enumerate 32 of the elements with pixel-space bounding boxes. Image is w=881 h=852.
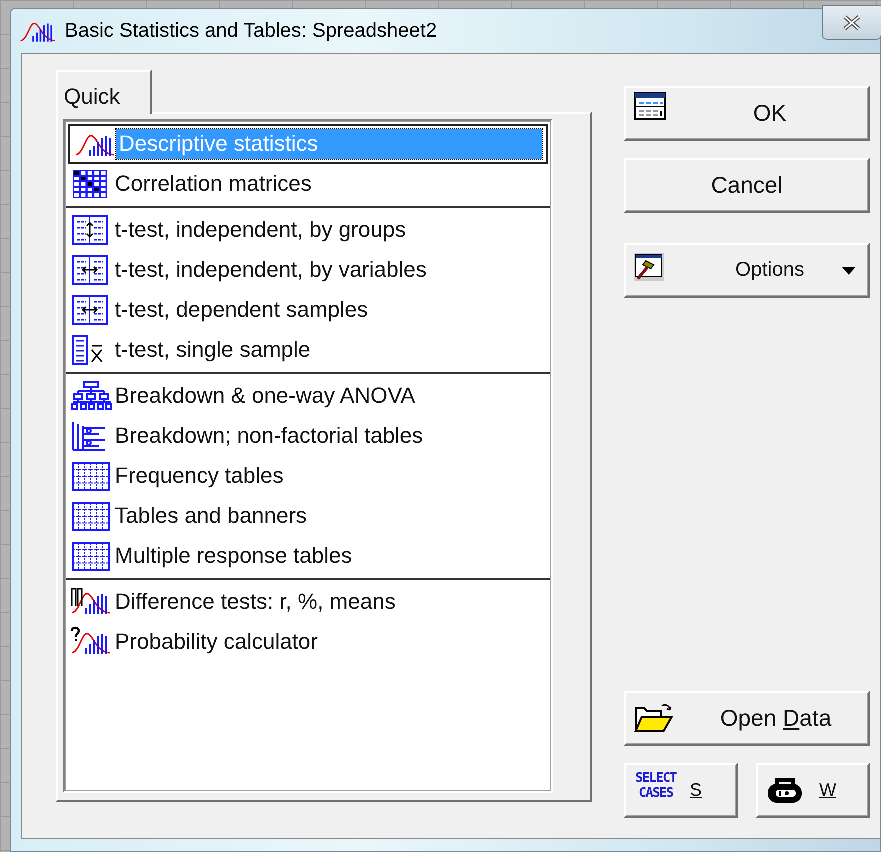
tab[interactable]: Quick: [56, 70, 152, 114]
weight-icon: [766, 775, 804, 805]
window-title: Basic Statistics and Tables: Spreadsheet2: [65, 20, 438, 42]
list-item[interactable]: Frequency tables: [66, 456, 550, 496]
table-icon: [634, 92, 666, 120]
list-item[interactable]: Difference tests: r, %, means: [66, 582, 550, 622]
list-item[interactable]: t-test, dependent samples: [66, 290, 550, 330]
list-item[interactable]: Probability calculator: [66, 622, 550, 662]
list-item[interactable]: t-test, single sample: [66, 330, 550, 370]
options-dropdown-button[interactable]: Options: [624, 243, 870, 298]
list-item[interactable]: Tables and banners: [66, 496, 550, 536]
list-item[interactable]: Breakdown & one-way ANOVA: [66, 376, 550, 416]
list-item[interactable]: Breakdown; non-factorial tables: [66, 416, 550, 456]
dialog-button[interactable]: W: [756, 763, 870, 818]
folder-icon: [634, 703, 674, 733]
hierarchy-icon: [70, 380, 112, 412]
dialog-button[interactable]: SELECT CASES S: [624, 763, 738, 818]
list-item[interactable]: t-test, independent, by variables: [66, 250, 550, 290]
dialog-button[interactable]: OK: [624, 86, 870, 141]
dialog-button[interactable]: Cancel: [624, 158, 870, 213]
select-cases-icon: SELECT CASES: [631, 771, 681, 801]
table-grid-icon: [70, 540, 112, 572]
list-item[interactable]: t-test, independent, by groups: [66, 210, 550, 250]
caret-icon: [842, 267, 856, 275]
close-icon: [842, 14, 862, 30]
list-item[interactable]: Correlation matrices: [66, 164, 550, 204]
close-button[interactable]: [822, 5, 881, 40]
dialog-button[interactable]: Open Data: [624, 691, 870, 746]
list-item[interactable]: Multiple response tables: [66, 536, 550, 576]
table-grid-icon: [70, 460, 112, 492]
hammer-icon: [634, 253, 666, 283]
table-grid-icon: [70, 500, 112, 532]
